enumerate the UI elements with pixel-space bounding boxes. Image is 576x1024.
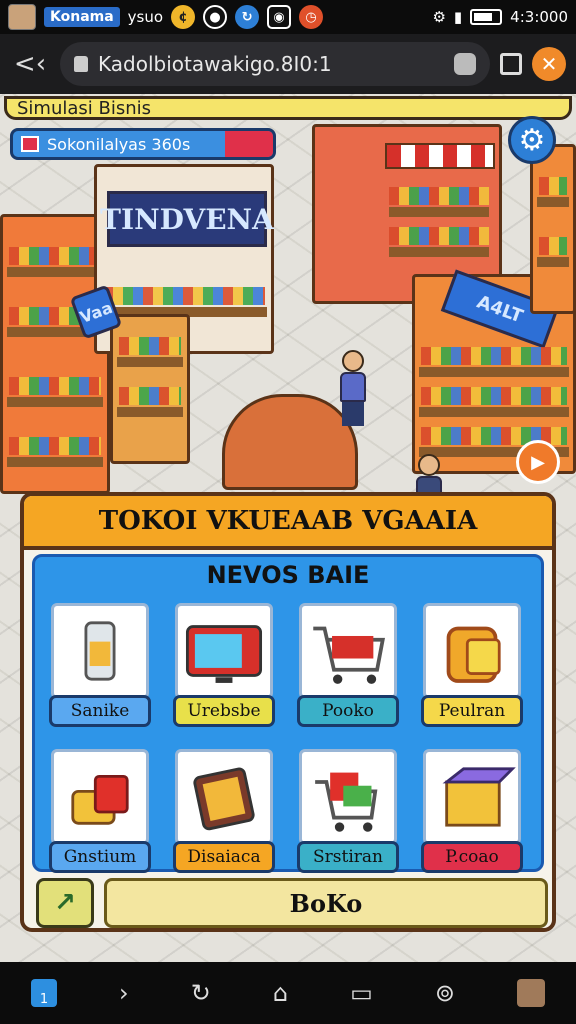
trolley-icon bbox=[299, 749, 397, 845]
home-icon[interactable]: ⌂ bbox=[273, 979, 288, 1007]
kiosk-shelf bbox=[110, 314, 190, 464]
product-label[interactable]: Peulran bbox=[421, 695, 523, 727]
product-item[interactable]: Srstiran bbox=[297, 749, 399, 873]
toast-icon bbox=[51, 749, 149, 845]
product-item[interactable]: Peulran bbox=[421, 603, 523, 727]
store-badge-icon bbox=[21, 136, 39, 152]
store-name-tag[interactable]: Sokonilalyas 360s bbox=[10, 128, 276, 160]
product-item[interactable]: Disaiaca bbox=[173, 749, 275, 873]
browser-toolbar: <‹ Kadolbiotawakigo.8I0:1 ✕ bbox=[0, 34, 576, 94]
dialog-title: TOKOI VKUEAAB VGAAIA bbox=[24, 496, 552, 550]
home-tab-icon[interactable]: 1 bbox=[31, 979, 58, 1007]
back-icon[interactable]: <‹ bbox=[10, 49, 50, 79]
location-icon: ● bbox=[203, 5, 228, 29]
plus-icon[interactable]: ↗ bbox=[36, 878, 94, 928]
product-item[interactable]: Pooko bbox=[297, 603, 399, 727]
sync-icon: ↻ bbox=[235, 5, 260, 29]
coin-icon: ¢ bbox=[171, 5, 196, 29]
store-tag-accent bbox=[225, 131, 273, 157]
product-dialog: TOKOI VKUEAAB VGAAIA NEVOS BAIE Sanike Ur… bbox=[20, 492, 556, 932]
window-icon[interactable]: ▭ bbox=[350, 979, 373, 1007]
tabs-icon[interactable] bbox=[500, 53, 522, 75]
carrier-label: ysuo bbox=[127, 8, 164, 26]
product-label[interactable]: P.coao bbox=[421, 841, 523, 873]
battery-icon bbox=[470, 9, 503, 25]
avatar-icon bbox=[8, 4, 36, 30]
product-label[interactable]: Gnstium bbox=[49, 841, 151, 873]
url-text[interactable]: Kadolbiotawakigo.8I0:1 bbox=[98, 52, 444, 76]
product-label[interactable]: Sanike bbox=[49, 695, 151, 727]
side-play-button[interactable]: ▶ bbox=[516, 440, 560, 484]
signal-icon: ▮ bbox=[453, 8, 463, 26]
app-label: Konama bbox=[44, 7, 120, 27]
lock-icon bbox=[74, 56, 88, 72]
settings-gear-button[interactable]: ⚙ bbox=[508, 116, 556, 164]
refresh-icon[interactable]: ↻ bbox=[191, 979, 211, 1007]
product-item[interactable]: P.coao bbox=[421, 749, 523, 873]
bottom-navbar: 1 › ↻ ⌂ ▭ ⊚ bbox=[0, 962, 576, 1024]
game-title: Simulasi Bisnis bbox=[4, 96, 572, 120]
product-item[interactable]: Urebsbe bbox=[173, 603, 275, 727]
shopping-cart-icon bbox=[299, 603, 397, 699]
forward-icon[interactable]: › bbox=[119, 979, 129, 1007]
clock-time: 4:3:000 bbox=[510, 8, 568, 26]
game-canvas[interactable]: TINDVENA Vaa A4LT Simulasi Bisnis Sokoni… bbox=[0, 94, 576, 962]
confirm-button[interactable]: BoKo bbox=[104, 878, 548, 928]
dialog-subtitle: NEVOS BAIE bbox=[206, 561, 370, 589]
can-icon bbox=[51, 603, 149, 699]
clock-icon: ◷ bbox=[299, 5, 324, 29]
product-label[interactable]: Urebsbe bbox=[173, 695, 275, 727]
status-bar: Konama ysuo ¢ ● ↻ ◉ ◷ ⚙ ▮ 4:3:000 bbox=[0, 0, 576, 34]
extension-icon[interactable] bbox=[454, 53, 476, 75]
wifi-icon: ⚙ bbox=[432, 8, 446, 26]
camera-icon: ◉ bbox=[267, 5, 292, 29]
checkout-counter bbox=[222, 394, 358, 490]
product-item[interactable]: Gnstium bbox=[49, 749, 151, 873]
bag-icon bbox=[423, 603, 521, 699]
downloads-icon[interactable]: ⊚ bbox=[435, 979, 455, 1007]
kiosk-sign: TINDVENA bbox=[100, 191, 274, 247]
product-label[interactable]: Pooko bbox=[297, 695, 399, 727]
tablet-icon bbox=[175, 749, 273, 845]
dialog-panel: NEVOS BAIE Sanike Urebsbe Pooko Peulran Gnst… bbox=[32, 554, 544, 873]
product-label[interactable]: Srstiran bbox=[297, 841, 399, 873]
product-grid: Sanike Urebsbe Pooko Peulran Gnstium Disaiaca… bbox=[49, 603, 529, 873]
product-label[interactable]: Disaiaca bbox=[173, 841, 275, 873]
box-icon bbox=[423, 749, 521, 845]
profile-icon[interactable] bbox=[516, 979, 545, 1007]
dialog-footer: ↗ BoKo bbox=[36, 878, 548, 928]
shopper-character[interactable] bbox=[340, 350, 366, 426]
tv-icon bbox=[175, 603, 273, 699]
address-bar[interactable]: Kadolbiotawakigo.8I0:1 bbox=[60, 42, 490, 86]
far-right-shelf bbox=[530, 144, 576, 314]
menu-button[interactable]: ✕ bbox=[532, 47, 566, 81]
store-name: Sokonilalyas 360s bbox=[47, 134, 191, 154]
product-item[interactable]: Sanike bbox=[49, 603, 151, 727]
